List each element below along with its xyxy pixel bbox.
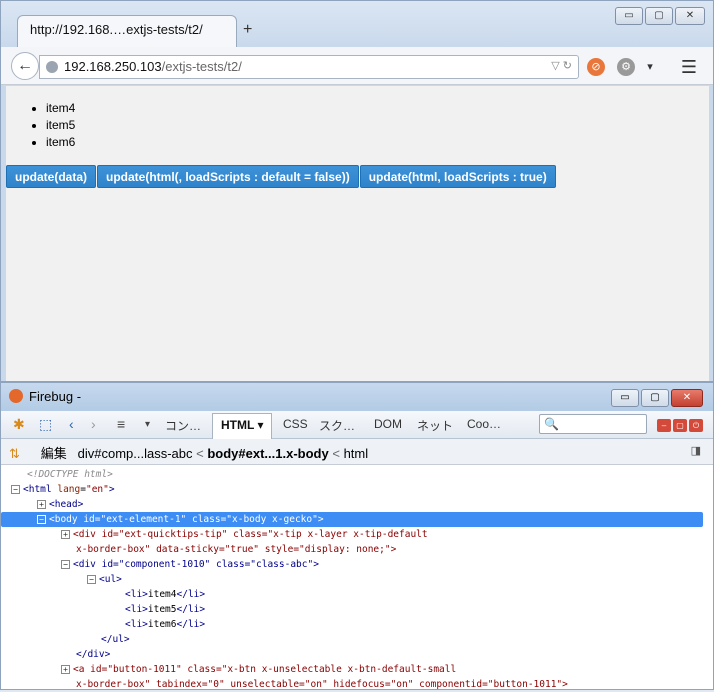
expand-icon[interactable]: + bbox=[61, 530, 70, 539]
firebug-search-input[interactable]: 🔍 bbox=[539, 414, 647, 434]
tree-row-selected[interactable]: − <body id="ext-element-1" class="x-body … bbox=[1, 512, 703, 527]
list-item: item4 bbox=[46, 100, 709, 117]
url-bar[interactable]: 192.168.250.103/extjs-tests/t2/ ▽ ↻ bbox=[39, 55, 579, 79]
tree-row: x-border-box" data-sticky="true" style="… bbox=[76, 544, 397, 555]
maximize-button[interactable]: ▢ bbox=[645, 7, 673, 25]
reload-icon[interactable]: ↻ bbox=[563, 60, 572, 72]
firebug-power-icon[interactable]: ⏻ bbox=[689, 419, 703, 432]
tree-row[interactable]: − <ul> bbox=[1, 572, 713, 587]
url-path: /extjs-tests/t2/ bbox=[161, 59, 242, 74]
tree-row[interactable]: <li>item4</li> bbox=[1, 587, 713, 602]
update-html-scripts-button[interactable]: update(html, loadScripts : true) bbox=[359, 165, 556, 188]
collapse-icon[interactable]: − bbox=[87, 575, 96, 584]
html-tree: <!DOCTYPE html> − <html lang="en"> + <head… bbox=[1, 465, 713, 692]
list-icon[interactable]: ≡ bbox=[117, 416, 125, 432]
tab-cookies[interactable]: Coo… bbox=[467, 417, 501, 431]
gear-icon[interactable]: ⚙ bbox=[617, 58, 635, 76]
tab-dom[interactable]: DOM bbox=[374, 417, 402, 431]
update-html-default-button[interactable]: update(html(, loadScripts : default = fa… bbox=[97, 165, 359, 188]
item-list: item4 item5 item6 bbox=[6, 100, 709, 151]
browser-window: http://192.168.…extjs-tests/t2/ + ▭ ▢ ✕ … bbox=[0, 0, 714, 382]
tree-row[interactable]: − <div id="component-1010" class="class-a… bbox=[1, 557, 713, 572]
new-tab-button[interactable]: + bbox=[243, 21, 252, 39]
firebug-title: Firebug - bbox=[29, 389, 82, 404]
edit-button[interactable]: 編集 bbox=[41, 446, 67, 461]
firebug-panel: Firebug - ▭ ▢ ✕ ✱ ⬚ ‹ › ≡ ▾ コン… HTML ▾ C… bbox=[0, 382, 714, 690]
update-data-button[interactable]: update(data) bbox=[6, 165, 96, 188]
tree-row[interactable]: + <div id="ext-quicktips-tip" class="x-ti… bbox=[1, 527, 713, 542]
firebug-detach-icon[interactable]: ▢ bbox=[673, 419, 687, 432]
expand-icon[interactable]: + bbox=[61, 665, 70, 674]
tab-script[interactable]: スク… bbox=[319, 417, 355, 434]
globe-icon bbox=[46, 61, 58, 73]
close-button[interactable]: ✕ bbox=[675, 7, 705, 25]
firebug-min-icon[interactable]: – bbox=[657, 419, 671, 432]
firebug-bug-icon bbox=[9, 389, 23, 403]
doctype: <!DOCTYPE html> bbox=[27, 469, 113, 480]
firebug-minimize-button[interactable]: ▭ bbox=[611, 389, 639, 407]
dropdown-arrow-icon[interactable]: ▽ bbox=[551, 60, 559, 72]
bug-menu-icon[interactable]: ✱ bbox=[13, 416, 25, 433]
collapse-icon[interactable]: − bbox=[37, 515, 46, 524]
breadcrumb-separator: < bbox=[332, 446, 340, 461]
breadcrumb-item[interactable]: div#comp...lass-abc bbox=[78, 446, 193, 461]
tree-row: </div> bbox=[76, 649, 111, 660]
list-item: item5 bbox=[46, 117, 709, 134]
back-arrow-icon[interactable]: ← bbox=[11, 52, 39, 80]
browser-titlebar: http://192.168.…extjs-tests/t2/ + ▭ ▢ ✕ bbox=[1, 1, 713, 47]
browser-tab[interactable]: http://192.168.…extjs-tests/t2/ bbox=[17, 15, 237, 47]
hamburger-menu-icon[interactable]: ☰ bbox=[681, 57, 697, 78]
collapse-icon[interactable]: − bbox=[11, 485, 20, 494]
url-host: 192.168.250.103 bbox=[64, 59, 162, 74]
forward-icon[interactable]: › bbox=[91, 416, 96, 432]
firebug-toolbar: ✱ ⬚ ‹ › ≡ ▾ コン… HTML ▾ CSS スク… DOM ネット C… bbox=[1, 411, 713, 439]
collapse-icon[interactable]: − bbox=[61, 560, 70, 569]
firebug-close-button[interactable]: ✕ bbox=[671, 389, 703, 407]
tab-title: http://192.168.…extjs-tests/t2/ bbox=[30, 22, 203, 37]
firebug-breadcrumb: ⇅ 編集 div#comp...lass-abc < body#ext...1.… bbox=[1, 439, 713, 465]
navigation-bar: ← 192.168.250.103/extjs-tests/t2/ ▽ ↻ ⊘ … bbox=[1, 47, 713, 85]
minimize-button[interactable]: ▭ bbox=[615, 7, 643, 25]
back-icon[interactable]: ‹ bbox=[69, 416, 74, 432]
chevron-down-icon[interactable]: ▾ bbox=[641, 58, 659, 76]
firebug-maximize-button[interactable]: ▢ bbox=[641, 389, 669, 407]
page-content: item4 item5 item6 update(data) update(ht… bbox=[6, 86, 709, 381]
breadcrumb-item[interactable]: html bbox=[344, 446, 369, 461]
tree-row[interactable]: + <a id="button-1011" class="x-btn x-unse… bbox=[1, 662, 713, 677]
expand-icon[interactable]: + bbox=[37, 500, 46, 509]
tab-console[interactable]: コン… bbox=[165, 417, 201, 434]
inspect-icon[interactable]: ⬚ bbox=[39, 416, 52, 433]
dropdown-icon[interactable]: ▾ bbox=[145, 419, 150, 430]
firebug-titlebar: Firebug - ▭ ▢ ✕ bbox=[1, 383, 713, 411]
firebug-icon[interactable]: ⊘ bbox=[587, 58, 605, 76]
tree-row: <!DOCTYPE html> bbox=[1, 467, 713, 482]
html-icon[interactable]: ⇅ bbox=[9, 446, 20, 461]
panel-toggle-icon[interactable]: ◨ bbox=[691, 444, 701, 457]
tree-row[interactable]: + <head> bbox=[1, 497, 713, 512]
tree-row[interactable]: <li>item6</li> bbox=[1, 617, 713, 632]
tab-html[interactable]: HTML ▾ bbox=[212, 413, 273, 439]
tree-row[interactable]: <li>item5</li> bbox=[1, 602, 713, 617]
tab-net[interactable]: ネット bbox=[417, 417, 453, 434]
tree-row[interactable]: − <html lang="en"> bbox=[1, 482, 713, 497]
breadcrumb-separator: < bbox=[196, 446, 204, 461]
tree-row: </ul> bbox=[101, 634, 130, 645]
tab-css[interactable]: CSS bbox=[283, 417, 308, 431]
search-icon: 🔍 bbox=[544, 417, 559, 431]
list-item: item6 bbox=[46, 134, 709, 151]
breadcrumb-item[interactable]: body#ext...1.x-body bbox=[207, 446, 328, 461]
